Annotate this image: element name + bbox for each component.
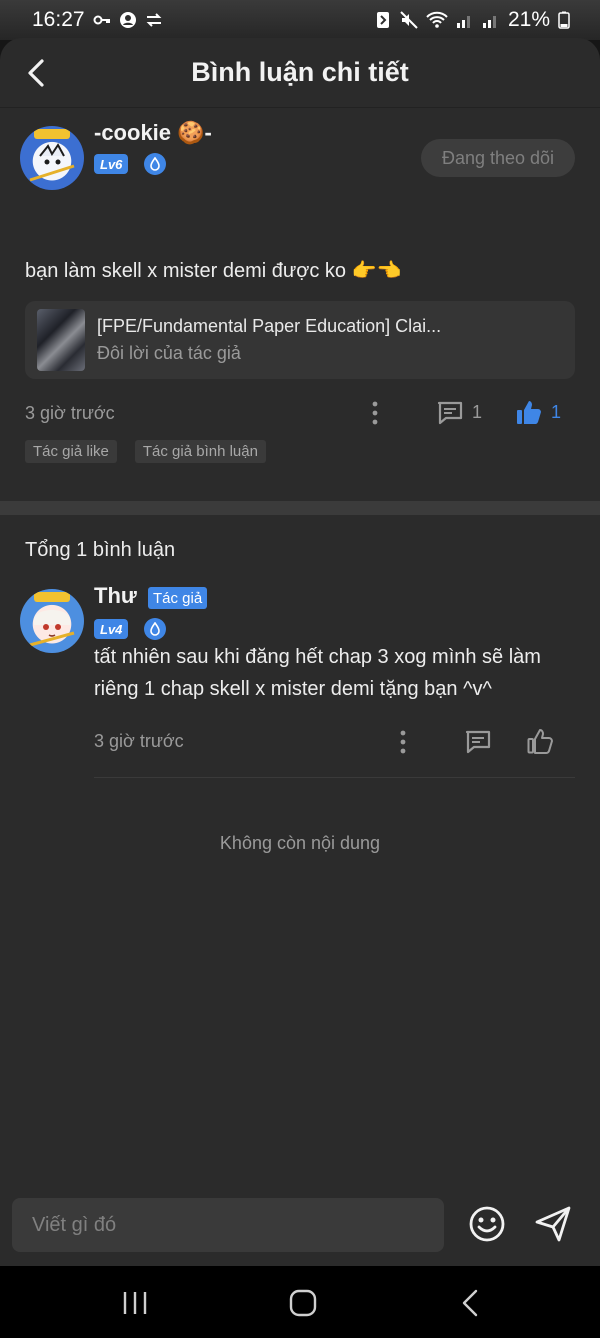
tag-author-liked: Tác giả like — [25, 440, 117, 463]
page-title: Bình luận chi tiết — [191, 57, 409, 87]
author-tag: Tác giả — [148, 587, 208, 609]
comment-text: bạn làm skell x mister demi được ko 👉👈 — [25, 260, 402, 282]
comment-detail-sheet: Bình luận chi tiết -cookie 🍪- Lv6 Đang t… — [0, 38, 600, 1266]
recent-apps-icon[interactable] — [120, 1288, 150, 1318]
reply-username[interactable]: Thư — [94, 583, 137, 609]
home-icon[interactable] — [288, 1288, 318, 1318]
reply-level-badge: Lv4 — [94, 619, 129, 639]
system-navigation-bar — [0, 1266, 600, 1338]
tag-author-commented: Tác giả bình luận — [134, 440, 266, 463]
send-icon[interactable] — [534, 1205, 572, 1243]
wifi-icon — [426, 11, 448, 28]
reply-reply-icon[interactable] — [464, 729, 492, 755]
reply-avatar[interactable] — [20, 589, 84, 653]
reply-icon[interactable] — [436, 400, 464, 426]
status-bar: 16:27 21% — [0, 0, 600, 40]
reply-separator — [94, 777, 575, 778]
comment-input[interactable] — [12, 1198, 444, 1252]
emoji-icon[interactable] — [468, 1205, 506, 1243]
transfer-icon — [146, 13, 161, 27]
clock: 16:27 — [32, 8, 85, 31]
story-reference-card[interactable]: [FPE/Fundamental Paper Education] Clai..… — [25, 301, 575, 379]
avatar[interactable] — [20, 126, 84, 190]
reply-text: tất nhiên sau khi đăng hết chap 3 xog mì… — [94, 646, 541, 700]
mute-icon — [400, 11, 418, 29]
battery-icon — [558, 11, 570, 29]
comment-time: 3 giờ trước — [25, 402, 115, 423]
account-icon — [119, 12, 136, 28]
following-button[interactable]: Đang theo dõi — [421, 139, 575, 177]
end-of-content: Không còn nội dung — [219, 833, 381, 853]
total-comments: Tổng 1 bình luận — [25, 539, 176, 561]
story-cover — [37, 309, 85, 371]
reply-membership-badge-icon — [144, 618, 166, 640]
membership-badge-icon — [144, 153, 166, 175]
reply-meta: 3 giờ trước — [94, 725, 574, 755]
avatar-illustration-icon — [29, 129, 75, 182]
more-options-icon[interactable] — [370, 400, 380, 426]
header: Bình luận chi tiết — [0, 38, 600, 108]
avatar-illustration-icon — [29, 592, 75, 647]
story-title: [FPE/Fundamental Paper Education] Clai..… — [97, 316, 442, 336]
comment-composer — [0, 1178, 600, 1266]
comment-meta: 3 giờ trước 1 1 — [25, 396, 585, 430]
reply-more-options-icon[interactable] — [398, 729, 408, 755]
back-arrow-icon[interactable] — [22, 56, 52, 90]
username[interactable]: -cookie 🍪- — [94, 120, 212, 146]
signal-icon — [456, 16, 470, 28]
reply-time: 3 giờ trước — [94, 731, 184, 751]
key-icon — [93, 15, 110, 25]
reply-item: Thư Tác giả Lv4 tất nhiên sau khi đăng h… — [0, 579, 600, 815]
signal-icon-2 — [482, 16, 496, 28]
battery-percent: 21% — [507, 8, 550, 31]
nfc-icon — [376, 12, 389, 28]
section-divider — [0, 501, 600, 515]
story-subtitle: Đôi lời của tác giả — [97, 343, 241, 363]
comment-tags: Tác giả like Tác giả bình luận — [25, 440, 266, 463]
like-count: 1 — [551, 402, 562, 422]
reply-like-icon[interactable] — [526, 727, 554, 755]
like-icon-active[interactable] — [515, 398, 543, 426]
main-comment: -cookie 🍪- Lv6 Đang theo dõi bạn làm ske… — [0, 108, 600, 501]
system-back-icon[interactable] — [456, 1288, 486, 1318]
level-badge: Lv6 — [94, 154, 129, 174]
reply-count: 1 — [472, 402, 483, 422]
